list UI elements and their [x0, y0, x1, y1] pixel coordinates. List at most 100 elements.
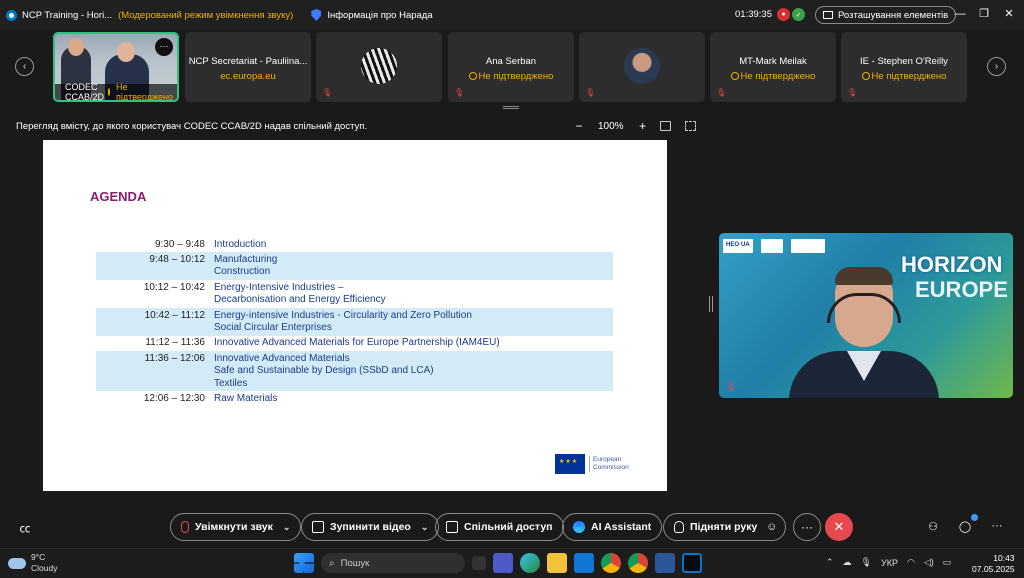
layout-button[interactable]: Розташування елементів	[815, 6, 957, 24]
agenda-topic-line: Manufacturing	[214, 253, 278, 265]
participants-icon[interactable]: ⚇	[926, 520, 940, 534]
chevron-up-icon[interactable]: ⌃	[826, 557, 834, 568]
webex-app-icon	[6, 9, 17, 21]
avatar	[361, 48, 397, 84]
wifi-icon[interactable]: ◠	[907, 557, 915, 568]
onedrive-icon[interactable]: ☁	[843, 557, 852, 568]
layout-icon	[823, 11, 833, 19]
shield-icon[interactable]	[311, 9, 322, 21]
chat-icon[interactable]: ◯	[958, 520, 972, 534]
webex-taskbar-icon[interactable]	[682, 553, 702, 573]
agenda-topic-line: Textiles	[214, 377, 248, 389]
partner-logo	[790, 239, 825, 253]
close-icon[interactable]: ✕	[1001, 6, 1017, 22]
agenda-topic-line: Introduction	[214, 238, 267, 250]
restore-icon[interactable]: ❐	[976, 6, 992, 22]
strip-resize-handle[interactable]	[503, 106, 519, 109]
agenda-topic: Energy-Intensive Industries – Decarbonisa…	[214, 282, 613, 307]
ai-assistant-button[interactable]: AI Assistant	[562, 513, 663, 541]
chevron-down-icon[interactable]: ⌄	[283, 522, 291, 533]
taskbar-search[interactable]: ⌕ Пошук	[321, 553, 465, 573]
meeting-timer: 01:39:35	[735, 9, 772, 20]
ec-logo-text: European Commission	[589, 456, 629, 472]
cloud-icon	[8, 557, 26, 569]
microphone-icon[interactable]: 🎙	[861, 557, 872, 568]
agenda-time: 9:48 – 10:12	[149, 253, 205, 265]
agenda-row: 11:36 – 12:06 Innovative Advanced Materia…	[96, 351, 613, 392]
taskbar-clock[interactable]: 10:43 07.05.2025	[972, 553, 1015, 575]
agenda-row: 9:48 – 10:12 Manufacturing Construction	[96, 252, 613, 281]
participant-tile[interactable]: ··· CODEC CCAB/2D Не підтверджено	[53, 32, 179, 102]
participant-tile[interactable]: IE - Stephen O'Reilly Не підтверджено 🎙	[841, 32, 967, 102]
participant-name: IE - Stephen O'Reilly	[860, 56, 948, 67]
agenda-topic-line: Social Circular Enterprises	[214, 321, 332, 333]
captions-icon[interactable]: ㏄	[18, 520, 32, 535]
weather-widget[interactable]: 9°C Cloudy	[8, 552, 57, 574]
leave-meeting-button[interactable]: ✕	[825, 513, 853, 541]
active-speaker-video[interactable]: HEO·UA HORIZON EUROPE 🎙	[719, 233, 1013, 398]
ai-assistant-label: AI Assistant	[591, 521, 652, 533]
volume-icon[interactable]: ◁)	[924, 557, 934, 568]
edge-icon[interactable]	[520, 553, 540, 573]
zoom-in-button[interactable]: +	[636, 119, 650, 133]
raise-hand-button[interactable]: Підняти руку ☺	[663, 513, 787, 541]
agenda-row: 10:42 – 11:12 Energy-intensive Industries…	[96, 308, 613, 336]
background-logos: HEO·UA	[723, 239, 825, 253]
microphone-muted-icon: 🎙	[847, 88, 858, 97]
chat-notification-badge	[971, 514, 978, 521]
participant-tile[interactable]: 🎙	[579, 32, 705, 102]
raise-hand-label: Підняти руку	[690, 521, 758, 533]
participant-tile[interactable]: NCP Secretariat - Pauliina... ec.europa.…	[185, 32, 311, 102]
participant-status: Не підтверджено	[841, 71, 967, 82]
stop-video-button[interactable]: Зупинити відео ⌄	[301, 513, 440, 541]
windows-start-icon[interactable]	[294, 553, 314, 573]
european-commission-logo: European Commission	[555, 451, 645, 477]
minimize-icon[interactable]: —	[952, 6, 968, 22]
zoom-level: 100%	[598, 120, 624, 132]
search-icon: ⌕	[329, 557, 335, 569]
outlook-icon[interactable]	[574, 553, 594, 573]
system-tray: ⌃ ☁ 🎙 УКР ◠ ◁) ▭	[826, 557, 951, 568]
more-panels-icon[interactable]: ···	[990, 520, 1004, 534]
language-indicator[interactable]: УКР	[881, 558, 898, 568]
zoom-controls: − 100% +	[572, 119, 650, 133]
agenda-time: 11:36 – 12:06	[144, 352, 205, 364]
agenda-topic-line: Decarbonisation and Energy Efficiency	[214, 294, 386, 306]
participant-tile[interactable]: 🎙	[316, 32, 442, 102]
windows-taskbar: 9°C Cloudy ⌕ Пошук ⌃ ☁ 🎙 УКР ◠ ◁) ▭ 10:4…	[0, 548, 1024, 578]
camera-icon	[312, 521, 324, 533]
pop-out-icon[interactable]	[685, 121, 696, 131]
more-options-icon[interactable]: ···	[155, 38, 173, 56]
heo-ua-logo: HEO·UA	[723, 239, 753, 253]
chevron-left-icon[interactable]: ‹	[15, 57, 34, 76]
more-options-button[interactable]: ···	[793, 513, 821, 541]
file-explorer-icon[interactable]	[547, 553, 567, 573]
reactions-icon[interactable]: ☺	[766, 521, 777, 533]
battery-icon[interactable]: ▭	[943, 557, 952, 568]
participant-tile[interactable]: MT-Mark Meilak Не підтверджено 🎙	[710, 32, 836, 102]
word-icon[interactable]	[655, 553, 675, 573]
share-button[interactable]: Спільний доступ	[435, 513, 564, 541]
task-view-icon[interactable]	[472, 556, 486, 570]
annotate-icon[interactable]	[660, 121, 671, 131]
agenda-topic: Innovative Advanced Materials Safe and Su…	[214, 353, 613, 390]
zoom-out-button[interactable]: −	[572, 119, 586, 133]
avatar	[624, 48, 660, 84]
chrome-profile-icon[interactable]	[628, 553, 648, 573]
agenda-topic-line: Innovative Advanced Materials for Europe…	[214, 337, 500, 349]
teams-icon[interactable]	[493, 553, 513, 573]
meeting-info-link[interactable]: Інформація про Нарада	[327, 10, 432, 21]
agenda-topic: Innovative Advanced Materials for Europe…	[214, 337, 613, 349]
share-status-text: Перегляд вмісту, до якого користувач COD…	[16, 121, 368, 132]
agenda-table: 9:30 – 9:48 Introduction 9:48 – 10:12 Manuf…	[96, 237, 613, 407]
unmute-button[interactable]: Увімкнути звук ⌄	[170, 513, 302, 541]
split-resize-handle[interactable]	[709, 296, 713, 312]
participant-status: Не підтверджено	[116, 82, 173, 102]
participant-status: Не підтверджено	[710, 71, 836, 82]
screen-share-icon	[176, 88, 177, 96]
participant-name: CODEC CCAB/2D	[65, 82, 105, 102]
chevron-right-icon[interactable]: ›	[987, 57, 1006, 76]
participant-tile[interactable]: Ana Serban Не підтверджено 🎙	[448, 32, 574, 102]
chrome-icon[interactable]	[601, 553, 621, 573]
chevron-down-icon[interactable]: ⌄	[421, 522, 429, 533]
